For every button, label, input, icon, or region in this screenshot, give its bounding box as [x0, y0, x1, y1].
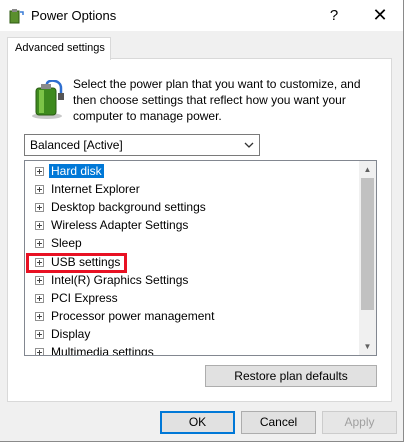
scroll-up-arrow-icon[interactable]: ▲: [359, 161, 376, 178]
list-item-label: Sleep: [51, 236, 82, 250]
tab-advanced-settings[interactable]: Advanced settings: [7, 37, 111, 60]
list-item-hard-disk[interactable]: Hard disk: [25, 163, 355, 181]
expand-plus-icon[interactable]: [35, 330, 44, 339]
cancel-button[interactable]: Cancel: [241, 411, 316, 434]
list-item-sleep[interactable]: Sleep: [25, 235, 355, 253]
expand-plus-icon[interactable]: [35, 167, 44, 176]
battery-power-icon: [32, 80, 64, 119]
expand-plus-icon[interactable]: [35, 294, 44, 303]
list-item-label: Wireless Adapter Settings: [51, 218, 189, 232]
power-options-window: Power Options ? ✕ Advanced settings Sele…: [0, 0, 404, 442]
expand-plus-icon[interactable]: [35, 348, 44, 355]
list-item-intel-graphics[interactable]: Intel(R) Graphics Settings: [25, 272, 355, 290]
list-item-label: Display: [51, 327, 91, 341]
list-item-wireless-adapter[interactable]: Wireless Adapter Settings: [25, 217, 355, 235]
settings-tree[interactable]: Hard disk Internet Explorer Desktop back…: [24, 160, 377, 356]
scroll-thumb[interactable]: [361, 178, 374, 310]
chevron-down-icon: [244, 142, 254, 148]
list-item-label: Intel(R) Graphics Settings: [51, 273, 189, 287]
help-button[interactable]: ?: [311, 2, 357, 30]
title-bar: Power Options ? ✕: [0, 0, 403, 31]
expand-plus-icon[interactable]: [35, 185, 44, 194]
power-options-icon: [9, 9, 24, 24]
list-item-label: Desktop background settings: [51, 200, 206, 214]
list-item-internet-explorer[interactable]: Internet Explorer: [25, 181, 355, 199]
window-title: Power Options: [31, 8, 117, 23]
restore-plan-defaults-button[interactable]: Restore plan defaults: [205, 365, 377, 387]
expand-plus-icon[interactable]: [35, 203, 44, 212]
list-item-processor-power[interactable]: Processor power management: [25, 308, 355, 326]
list-item-label: Internet Explorer: [51, 182, 140, 196]
scroll-down-arrow-icon[interactable]: ▼: [359, 338, 376, 355]
list-item-usb-settings[interactable]: USB settings: [25, 254, 355, 272]
description-text: Select the power plan that you want to c…: [73, 77, 361, 123]
list-item-label: PCI Express: [51, 291, 118, 305]
list-item-label: USB settings: [51, 255, 121, 269]
close-button[interactable]: ✕: [357, 2, 403, 30]
expand-plus-icon[interactable]: [35, 312, 44, 321]
list-item-pci-express[interactable]: PCI Express: [25, 290, 355, 308]
power-plan-select[interactable]: Balanced [Active]: [24, 134, 260, 156]
list-item-label: Hard disk: [49, 164, 104, 178]
list-item-multimedia[interactable]: Multimedia settings: [25, 344, 355, 356]
power-plan-value: Balanced [Active]: [30, 138, 123, 152]
list-item-display[interactable]: Display: [25, 326, 355, 344]
ok-button[interactable]: OK: [160, 411, 235, 434]
expand-plus-icon[interactable]: [35, 221, 44, 230]
expand-plus-icon[interactable]: [35, 258, 44, 267]
list-item-desktop-background[interactable]: Desktop background settings: [25, 199, 355, 217]
expand-plus-icon[interactable]: [35, 239, 44, 248]
expand-plus-icon[interactable]: [35, 276, 44, 285]
apply-button[interactable]: Apply: [322, 411, 397, 434]
vertical-scrollbar[interactable]: ▲ ▼: [359, 161, 376, 355]
list-item-label: Processor power management: [51, 309, 215, 323]
list-item-label: Multimedia settings: [51, 345, 154, 356]
tab-label: Advanced settings: [15, 42, 105, 54]
